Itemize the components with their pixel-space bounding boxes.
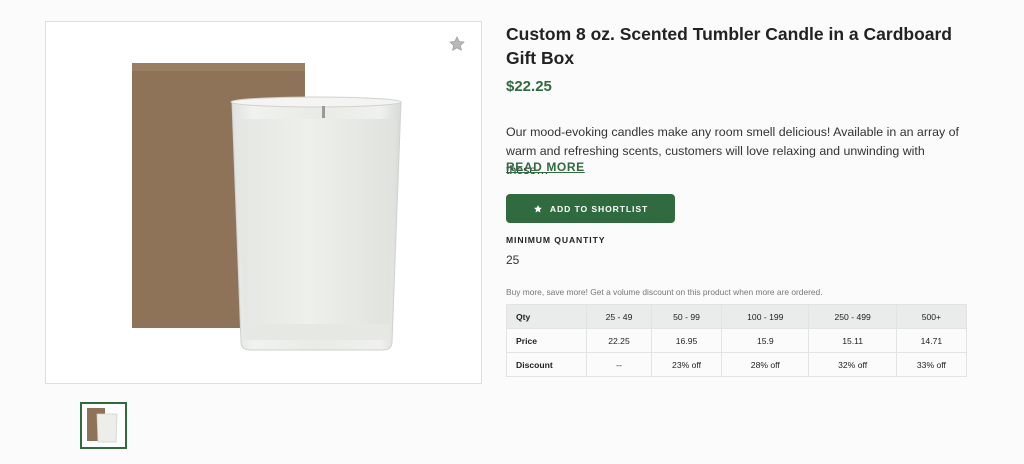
product-title: Custom 8 oz. Scented Tumbler Candle in a… (506, 24, 952, 68)
table-header-cell: 25 - 49 (586, 304, 652, 329)
table-cell: 32% off (808, 352, 897, 377)
table-row: Price 22.25 16.95 15.9 15.11 14.71 (506, 328, 968, 353)
table-cell: 15.11 (808, 328, 897, 353)
table-cell: 28% off (721, 352, 810, 377)
table-cell: 33% off (895, 352, 968, 377)
volume-discount-note: Buy more, save more! Get a volume discou… (506, 287, 823, 297)
table-header-cell: 250 - 499 (808, 304, 897, 329)
pricing-table: Qty 25 - 49 50 - 99 100 - 199 250 - 499 … (506, 304, 968, 377)
minimum-quantity-value: 25 (506, 253, 520, 267)
table-cell: 14.71 (895, 328, 968, 353)
shortlist-label: ADD TO SHORTLIST (549, 203, 649, 214)
table-header-cell: Qty (506, 304, 587, 329)
product-image (132, 63, 402, 351)
pricing-header-row: Qty 25 - 49 50 - 99 100 - 199 250 - 499 … (506, 304, 968, 329)
star-icon[interactable] (448, 35, 466, 53)
table-cell: -- (586, 352, 652, 377)
table-row: Discount -- 23% off 28% off 32% off 33% … (506, 352, 968, 377)
minimum-quantity-label: MINIMUM QUANTITY (506, 235, 606, 245)
table-header-cell: 500+ (895, 304, 968, 329)
table-header-cell: 100 - 199 (721, 304, 810, 329)
product-image-panel (45, 21, 482, 384)
product-price: $22.25 (506, 78, 552, 95)
star-icon (533, 204, 543, 214)
table-cell: 23% off (650, 352, 723, 377)
add-to-shortlist-button[interactable]: ADD TO SHORTLIST (506, 194, 675, 223)
product-thumbnail[interactable] (80, 402, 127, 449)
table-cell: 16.95 (650, 328, 723, 353)
table-cell: Price (506, 328, 587, 353)
table-cell: 15.9 (721, 328, 810, 353)
table-cell: Discount (506, 352, 587, 377)
table-header-cell: 50 - 99 (650, 304, 723, 329)
table-cell: 22.25 (586, 328, 652, 353)
read-more-link[interactable]: READ MORE (506, 160, 585, 174)
